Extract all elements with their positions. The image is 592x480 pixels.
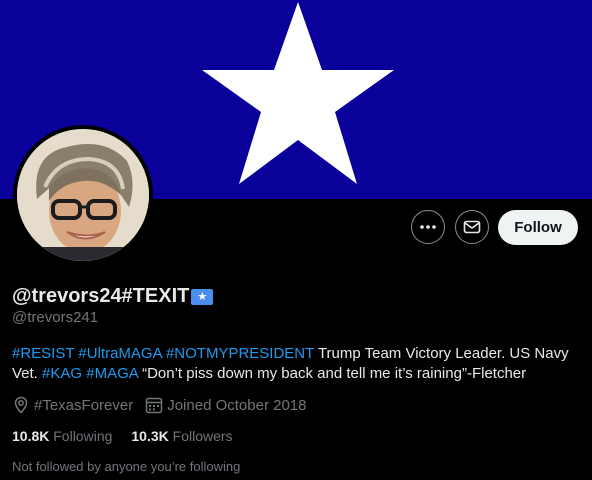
hashtag-link[interactable]: #RESIST xyxy=(12,345,74,362)
location-item: #TexasForever xyxy=(12,396,133,414)
followed-by-note: Not followed by anyone you’re following xyxy=(12,459,241,474)
calendar-icon xyxy=(145,397,163,414)
avatar[interactable] xyxy=(17,129,149,261)
envelope-icon xyxy=(463,220,481,234)
following-label: Following xyxy=(53,428,113,444)
followers-label: Followers xyxy=(172,428,233,444)
profile-bio: #RESIST #UltraMAGA #NOTMYPRESIDENT Trump… xyxy=(12,344,580,384)
followers-count: 10.3K xyxy=(131,428,169,444)
display-name-text: @trevors24#TEXIT xyxy=(12,285,190,307)
hashtag-link[interactable]: #NOTMYPRESIDENT xyxy=(166,345,314,362)
following-link[interactable]: 10.8K Following xyxy=(12,428,112,444)
bio-text: “Don’t piss down my back and tell me it’… xyxy=(137,365,527,382)
user-handle: @trevors241 xyxy=(12,309,99,326)
following-count: 10.8K xyxy=(12,428,50,444)
hashtag-link[interactable]: #UltraMAGA xyxy=(78,345,161,362)
more-icon xyxy=(420,225,436,229)
hashtag-link[interactable]: #KAG xyxy=(42,365,82,382)
follow-stats: 10.8K Following 10.3K Followers xyxy=(12,428,252,444)
joined-item: Joined October 2018 xyxy=(145,396,306,414)
follow-button[interactable]: Follow xyxy=(498,210,578,245)
hashtag-link[interactable]: #MAGA xyxy=(86,365,138,382)
flag-emoji-icon: ★ xyxy=(191,288,214,305)
location-text[interactable]: #TexasForever xyxy=(34,397,133,414)
profile-meta: #TexasForever Joined October 2018 xyxy=(12,396,318,414)
more-button[interactable] xyxy=(411,210,445,244)
white-star xyxy=(202,2,394,184)
message-button[interactable] xyxy=(455,210,489,244)
joined-text: Joined October 2018 xyxy=(167,396,307,414)
location-pin-icon xyxy=(14,396,28,414)
followers-link[interactable]: 10.3K Followers xyxy=(131,428,232,444)
display-name: @trevors24#TEXIT ★ xyxy=(12,285,214,308)
